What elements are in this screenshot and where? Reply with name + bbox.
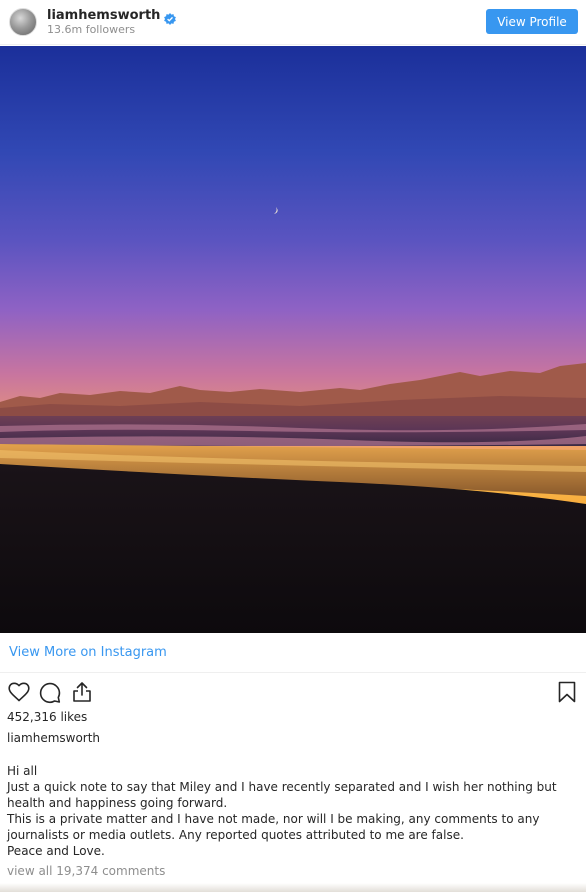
caption-username[interactable]: liamhemsworth: [7, 731, 100, 745]
divider: [0, 672, 586, 673]
view-profile-button[interactable]: View Profile: [486, 9, 578, 34]
bottom-strip: [0, 883, 586, 892]
comment-icon[interactable]: [38, 680, 62, 704]
caption-line: Just a quick note to say that Miley and …: [7, 780, 561, 810]
caption-line: This is a private matter and I have not …: [7, 812, 544, 842]
caption-line: Hi all: [7, 764, 38, 778]
view-more-on-instagram-link[interactable]: View More on Instagram: [9, 645, 167, 660]
caption-line: Peace and Love.: [7, 844, 105, 858]
username-row: liamhemsworth: [47, 8, 177, 25]
verified-badge-icon: [164, 10, 177, 25]
followers-count: 13.6m followers: [47, 23, 136, 36]
likes-count[interactable]: 452,316 likes: [7, 710, 87, 724]
caption-text: Hi all Just a quick note to say that Mil…: [7, 763, 577, 859]
view-all-comments-link[interactable]: view all 19,374 comments: [7, 864, 165, 878]
share-icon[interactable]: [70, 680, 94, 704]
heart-icon[interactable]: [7, 680, 31, 704]
post-image[interactable]: [0, 46, 586, 633]
avatar[interactable]: [9, 8, 37, 36]
post-header: liamhemsworth 13.6m followers View Profi…: [0, 0, 586, 45]
bookmark-icon[interactable]: [555, 680, 579, 704]
username[interactable]: liamhemsworth: [47, 8, 160, 23]
